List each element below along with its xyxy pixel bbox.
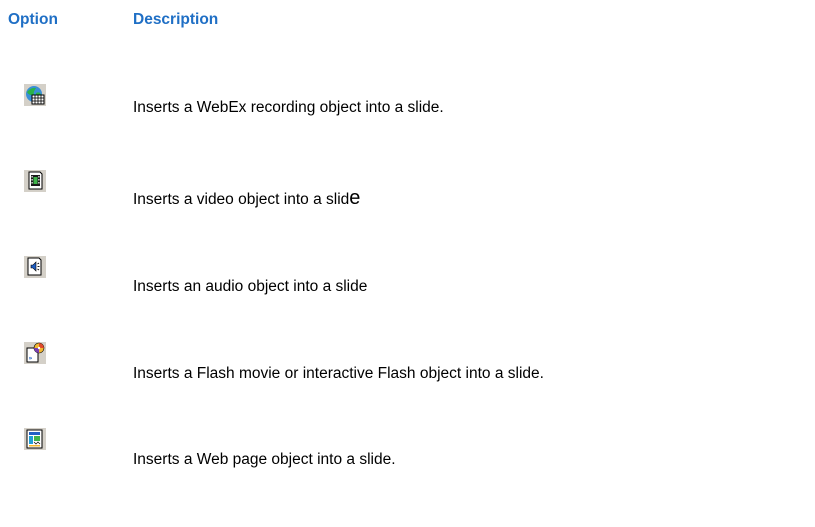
row-description-main: Inserts a video object into a slid (133, 191, 350, 208)
option-column-header: Option (8, 11, 58, 28)
webex-recording-icon (24, 84, 46, 106)
row-description: Inserts a Flash movie or interactive Fla… (133, 365, 544, 382)
row-description-tail: e (349, 187, 361, 209)
video-object-icon (24, 170, 46, 192)
flash-object-icon: » (24, 342, 46, 364)
row-description: Inserts a Web page object into a slide. (133, 451, 396, 468)
svg-text:»: » (29, 355, 33, 362)
row-description: Inserts an audio object into a slide (133, 278, 368, 295)
description-column-header: Description (133, 11, 219, 28)
audio-object-icon (24, 256, 46, 278)
web-page-object-icon (24, 428, 46, 450)
table-row: Inserts a video object into a slide (0, 170, 815, 210)
table-header: Option Description (0, 10, 815, 30)
row-description: Inserts a WebEx recording object into a … (133, 99, 444, 116)
table-row: Inserts a WebEx recording object into a … (0, 84, 815, 124)
table-row: Inserts a Web page object into a slide. (0, 428, 815, 468)
row-description: Inserts a video object into a slide (133, 188, 360, 210)
table-row: » Inserts a Flash movie or interactive F… (0, 342, 815, 382)
table-row: Inserts an audio object into a slide (0, 256, 815, 296)
